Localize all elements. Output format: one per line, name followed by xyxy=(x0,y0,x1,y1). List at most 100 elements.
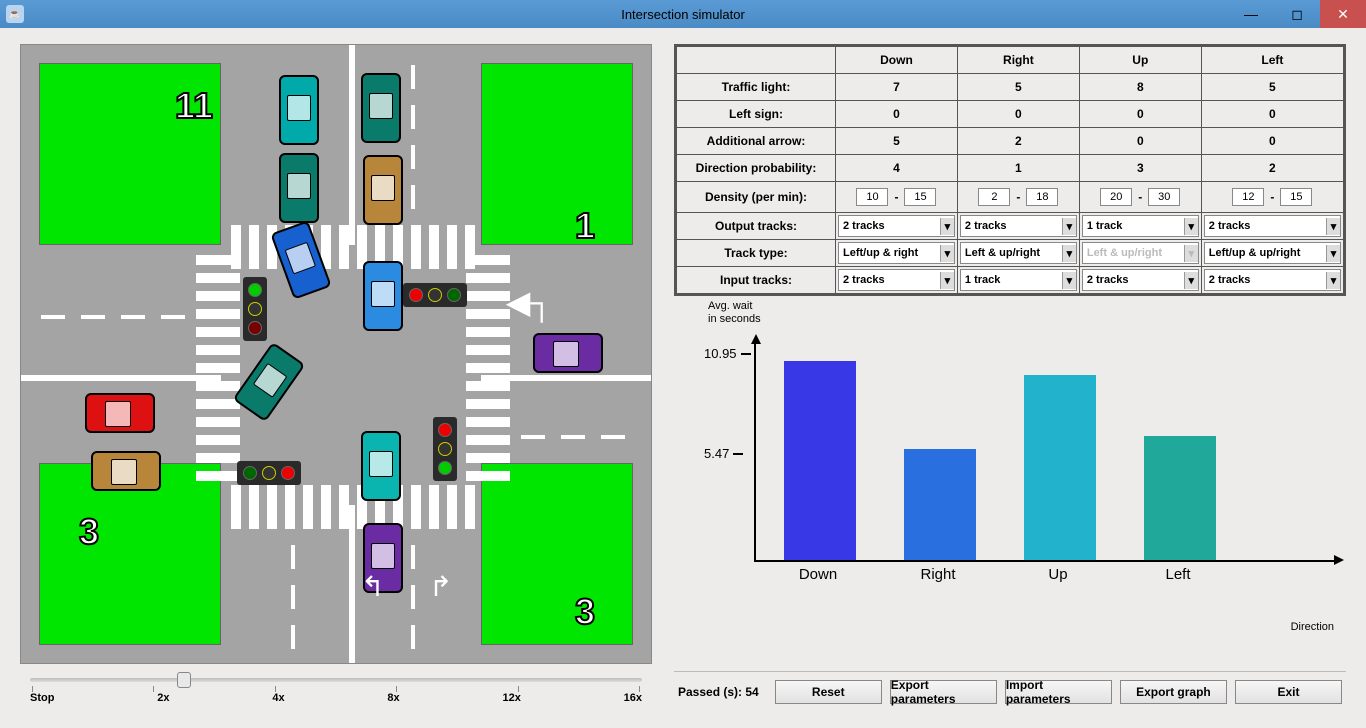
col-header: Left xyxy=(1201,46,1344,74)
lane-dash xyxy=(521,435,545,439)
table-row: Output tracks: 2 tracks▾ 2 tracks▾ 1 tra… xyxy=(676,213,1345,240)
lane-dash xyxy=(601,435,625,439)
crosswalk xyxy=(231,225,475,269)
traffic-light xyxy=(433,417,457,481)
lane-dash xyxy=(291,585,295,609)
titlebar: ☕ Intersection simulator — ◻ ✕ xyxy=(0,0,1366,28)
corner-count-br: 3 xyxy=(575,591,595,633)
app-icon: ☕ xyxy=(6,5,24,23)
reset-button[interactable]: Reset xyxy=(775,680,882,704)
table-row: Input tracks: 2 tracks▾ 1 track▾ 2 track… xyxy=(676,267,1345,295)
input-tracks-select[interactable]: 2 tracks▾ xyxy=(838,269,955,291)
window-title: Intersection simulator xyxy=(621,7,745,22)
density-min-input[interactable] xyxy=(856,188,888,206)
exit-button[interactable]: Exit xyxy=(1235,680,1342,704)
lane-dash xyxy=(291,545,295,569)
road-arrow-icon: ◀┐ xyxy=(506,283,553,321)
table-row: Track type: Left/up & right▾ Left & up/r… xyxy=(676,240,1345,267)
track-type-select: Left & up/right▾ xyxy=(1082,242,1199,264)
car xyxy=(233,342,306,422)
right-panel: Down Right Up Left Traffic light: 7 5 8 … xyxy=(674,44,1346,712)
chart-body: 5.4710.95 xyxy=(754,342,1336,562)
table-row: Additional arrow: 5 2 0 0 xyxy=(676,128,1345,155)
chart-ylabel: Avg. waitin seconds xyxy=(708,300,761,326)
table-row: Density (per min): - - - - xyxy=(676,182,1345,213)
chart-bar xyxy=(1144,436,1216,560)
car xyxy=(85,393,155,433)
simulation-panel: 11 1 3 3 xyxy=(20,44,652,712)
slider-labels: Stop2x4x8x12x16x xyxy=(30,692,642,704)
input-tracks-select[interactable]: 1 track▾ xyxy=(960,269,1077,291)
density-max-input[interactable] xyxy=(904,188,936,206)
chevron-down-icon: ▾ xyxy=(1326,245,1340,262)
lane-dash xyxy=(161,315,185,319)
lane-dash xyxy=(291,625,295,649)
density-min-input[interactable] xyxy=(978,188,1010,206)
col-header: Down xyxy=(836,46,958,74)
input-tracks-select[interactable]: 2 tracks▾ xyxy=(1204,269,1341,291)
track-type-select[interactable]: Left & up/right▾ xyxy=(960,242,1077,264)
slider-thumb[interactable] xyxy=(177,672,191,688)
car xyxy=(361,431,401,501)
lane-dash xyxy=(121,315,145,319)
lane-line xyxy=(21,375,221,381)
bottom-toolbar: Passed (s): 54 Reset Export parameters I… xyxy=(674,671,1346,712)
crosswalk xyxy=(466,255,510,481)
traffic-light xyxy=(243,277,267,341)
density-max-input[interactable] xyxy=(1280,188,1312,206)
chart-bar xyxy=(784,361,856,560)
lane-dash xyxy=(411,545,415,569)
col-header: Up xyxy=(1079,46,1201,74)
corner-count-tl: 11 xyxy=(175,85,213,127)
speed-slider[interactable]: Stop2x4x8x12x16x xyxy=(20,678,652,704)
output-tracks-select[interactable]: 2 tracks▾ xyxy=(1204,215,1341,237)
road-arrow-icon: ↰ xyxy=(361,570,384,603)
table-row: Traffic light: 7 5 8 5 xyxy=(676,74,1345,101)
crosswalk xyxy=(196,255,240,481)
table-row: Left sign: 0 0 0 0 xyxy=(676,101,1345,128)
lane-dash xyxy=(411,185,415,209)
chevron-down-icon: ▾ xyxy=(1062,245,1076,262)
track-type-select[interactable]: Left/up & up/right▾ xyxy=(1204,242,1341,264)
traffic-light xyxy=(403,283,467,307)
density-min-input[interactable] xyxy=(1232,188,1264,206)
chart-category-label: Left xyxy=(1142,566,1214,583)
car xyxy=(361,73,401,143)
chart-xlabel: Direction xyxy=(1291,621,1334,633)
slider-track[interactable] xyxy=(30,678,642,682)
lane-dash xyxy=(81,315,105,319)
chevron-down-icon: ▾ xyxy=(1326,218,1340,235)
track-type-select[interactable]: Left/up & right▾ xyxy=(838,242,955,264)
density-min-input[interactable] xyxy=(1100,188,1132,206)
corner-count-tr: 1 xyxy=(575,205,595,247)
car xyxy=(91,451,161,491)
density-max-input[interactable] xyxy=(1148,188,1180,206)
table-row: Direction probability: 4 1 3 2 xyxy=(676,155,1345,182)
chart-category-label: Right xyxy=(902,566,974,583)
lane-dash xyxy=(41,315,65,319)
export-params-button[interactable]: Export parameters xyxy=(890,680,997,704)
chart-category-label: Down xyxy=(782,566,854,583)
lane-dash xyxy=(411,105,415,129)
import-params-button[interactable]: Import parameters xyxy=(1005,680,1112,704)
chevron-down-icon: ▾ xyxy=(940,245,954,262)
output-tracks-select[interactable]: 2 tracks▾ xyxy=(838,215,955,237)
maximize-button[interactable]: ◻ xyxy=(1274,0,1320,28)
app-window: ☕ Intersection simulator — ◻ ✕ xyxy=(0,0,1366,728)
chart-xlabels: Down Right Up Left xyxy=(754,562,1336,583)
input-tracks-select[interactable]: 2 tracks▾ xyxy=(1082,269,1199,291)
chevron-down-icon: ▾ xyxy=(1184,218,1198,235)
chevron-down-icon: ▾ xyxy=(1326,272,1340,289)
minimize-button[interactable]: — xyxy=(1228,0,1274,28)
road-arrow-icon: ↱ xyxy=(429,570,452,603)
export-graph-button[interactable]: Export graph xyxy=(1120,680,1227,704)
output-tracks-select[interactable]: 1 track▾ xyxy=(1082,215,1199,237)
chart-bar xyxy=(904,449,976,560)
car xyxy=(533,333,603,373)
close-button[interactable]: ✕ xyxy=(1320,0,1366,28)
chart-category-label: Up xyxy=(1022,566,1094,583)
parameter-table: Down Right Up Left Traffic light: 7 5 8 … xyxy=(674,44,1346,296)
output-tracks-select[interactable]: 2 tracks▾ xyxy=(960,215,1077,237)
density-max-input[interactable] xyxy=(1026,188,1058,206)
content-area: 11 1 3 3 xyxy=(0,28,1366,728)
